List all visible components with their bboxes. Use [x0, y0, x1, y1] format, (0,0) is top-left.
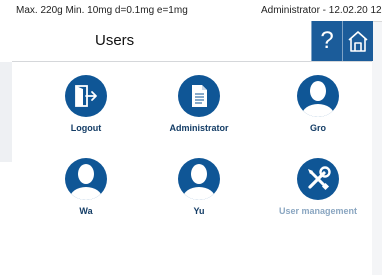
- tools-icon: [308, 166, 331, 191]
- user-circle: [297, 75, 339, 117]
- logout-door-icon: [75, 85, 97, 107]
- help-button[interactable]: ?: [311, 21, 342, 61]
- user-circle: [65, 158, 107, 200]
- user-circle: [178, 158, 220, 200]
- document-icon: [192, 85, 207, 107]
- user-management-tile[interactable]: User management: [263, 158, 373, 228]
- administrator-circle: [178, 75, 220, 117]
- balance-spec-text: Max. 220g Min. 10mg d=0.1mg e=1mg: [16, 5, 188, 16]
- logout-tile[interactable]: Logout: [31, 75, 141, 145]
- home-button[interactable]: [342, 21, 373, 61]
- user-management-circle: [297, 158, 339, 200]
- user-tile-gro[interactable]: Gro: [263, 75, 373, 145]
- administrator-tile[interactable]: Administrator: [144, 75, 254, 145]
- status-bar: Max. 220g Min. 10mg d=0.1mg e=1mg Admini…: [12, 0, 382, 22]
- logout-circle: [65, 75, 107, 117]
- user-icon: [183, 164, 215, 200]
- left-edge-strip: [0, 62, 12, 162]
- home-icon: [348, 31, 368, 52]
- tile-label: Wa: [79, 206, 93, 216]
- right-edge-strip: [372, 20, 382, 275]
- tile-label: Yu: [193, 206, 205, 216]
- tile-label: Logout: [70, 123, 102, 133]
- user-icon: [70, 164, 102, 200]
- header-bar: Users ?: [12, 21, 373, 62]
- user-tile-wa[interactable]: Wa: [31, 158, 141, 228]
- question-mark-icon: ?: [320, 27, 334, 54]
- tile-label: Administrator: [169, 123, 229, 133]
- page-title: Users: [95, 32, 135, 49]
- tile-label: User management: [278, 206, 358, 216]
- user-tile-yu[interactable]: Yu: [144, 158, 254, 228]
- user-icon: [302, 81, 334, 117]
- user-timestamp-text: Administrator - 12.02.20 12:20: [261, 5, 382, 16]
- tile-label: Gro: [309, 123, 326, 133]
